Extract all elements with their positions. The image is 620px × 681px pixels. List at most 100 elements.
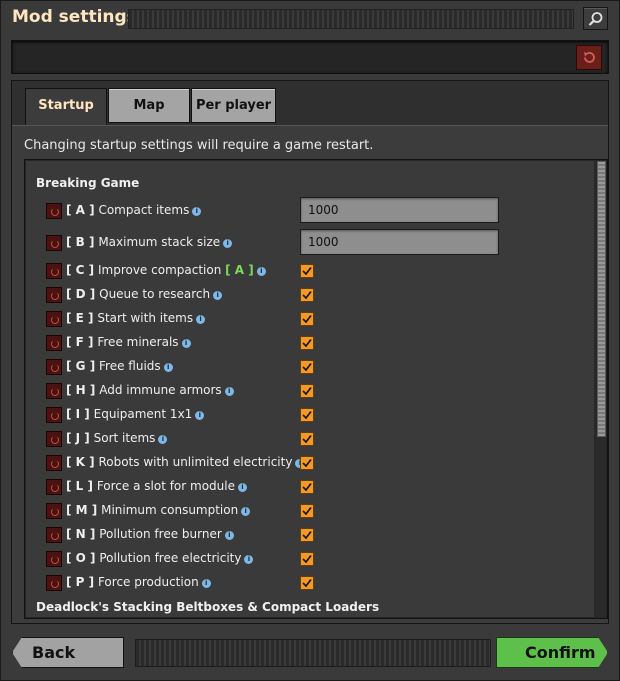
reset-setting-k-button[interactable] bbox=[46, 455, 62, 471]
setting-code: [ A ] bbox=[66, 203, 95, 217]
sort-items-checkbox[interactable] bbox=[300, 432, 314, 446]
setting-o-label: [ O ] Pollution free electricity i bbox=[66, 551, 254, 565]
setting-name: Add immune armors bbox=[99, 383, 222, 397]
add-immune-armors-checkbox[interactable] bbox=[300, 384, 314, 398]
reset-setting-i-button[interactable] bbox=[46, 407, 62, 423]
setting-name: Sort items bbox=[93, 431, 156, 445]
titlebar: Mod settings bbox=[0, 0, 618, 36]
checkmark-icon bbox=[302, 578, 312, 588]
setting-code: [ D ] bbox=[66, 287, 96, 301]
setting-m-label: [ M ] Minimum consumption i bbox=[66, 503, 251, 517]
info-icon[interactable]: i bbox=[181, 339, 191, 348]
reset-setting-m-button[interactable] bbox=[46, 503, 62, 519]
setting-g-label: [ G ] Free fluids i bbox=[66, 359, 173, 373]
tab-per-player-label: Per player bbox=[195, 98, 272, 113]
reset-setting-e-button[interactable] bbox=[46, 311, 62, 327]
setting-i-label: [ I ] Equipament 1x1 i bbox=[66, 407, 205, 421]
setting-d-label: [ D ] Queue to research i bbox=[66, 287, 223, 301]
info-icon[interactable]: i bbox=[213, 291, 223, 300]
reset-setting-p-button[interactable] bbox=[46, 575, 62, 591]
info-icon[interactable]: i bbox=[201, 579, 211, 588]
setting-name: Free fluids bbox=[99, 359, 161, 373]
minimum-consumption-checkbox[interactable] bbox=[300, 504, 314, 518]
info-icon[interactable]: i bbox=[158, 435, 168, 444]
info-icon[interactable]: i bbox=[241, 507, 251, 516]
checkmark-icon bbox=[302, 266, 312, 276]
tab-per-player[interactable]: Per player bbox=[191, 88, 276, 123]
free-minerals-checkbox[interactable] bbox=[300, 336, 314, 350]
titlebar-drag-handle[interactable] bbox=[128, 9, 574, 29]
checkmark-icon bbox=[302, 554, 312, 564]
tab-startup[interactable]: Startup bbox=[25, 88, 107, 126]
setting-j-label: [ J ] Sort items i bbox=[66, 431, 168, 445]
info-icon[interactable]: i bbox=[195, 411, 205, 420]
pollution-free-electricity-checkbox[interactable] bbox=[300, 552, 314, 566]
checkmark-icon bbox=[302, 362, 312, 372]
footer-drag-handle[interactable] bbox=[135, 639, 491, 667]
setting-name: Improve compaction bbox=[97, 263, 222, 277]
equipament-1x1-checkbox[interactable] bbox=[300, 408, 314, 422]
setting-code: [ M ] bbox=[66, 503, 98, 517]
force-production-checkbox[interactable] bbox=[300, 576, 314, 590]
info-icon[interactable]: i bbox=[192, 207, 202, 216]
setting-h-label: [ H ] Add immune armors i bbox=[66, 383, 234, 397]
restart-notice: Changing startup settings will require a… bbox=[24, 138, 374, 153]
setting-name: Robots with unlimited electricity bbox=[98, 455, 293, 469]
setting-name: Pollution free burner bbox=[99, 527, 222, 541]
info-icon[interactable]: i bbox=[163, 363, 173, 372]
reset-setting-g-button[interactable] bbox=[46, 359, 62, 375]
setting-name: Pollution free electricity bbox=[99, 551, 242, 565]
info-icon[interactable]: i bbox=[224, 531, 234, 540]
free-fluids-checkbox[interactable] bbox=[300, 360, 314, 374]
back-button-label: Back bbox=[32, 643, 76, 662]
pollution-free-burner-checkbox[interactable] bbox=[300, 528, 314, 542]
reset-setting-f-button[interactable] bbox=[46, 335, 62, 351]
force-slot-module-checkbox[interactable] bbox=[300, 480, 314, 494]
setting-a-label: [ A ] Compact items i bbox=[66, 203, 202, 217]
setting-c-label: [ C ] Improve compaction [ A ] i bbox=[66, 263, 266, 277]
setting-name: Queue to research bbox=[99, 287, 211, 301]
tab-map[interactable]: Map bbox=[108, 88, 190, 123]
setting-name: Force production bbox=[97, 575, 199, 589]
compact-items-field[interactable]: 1000 bbox=[300, 197, 499, 223]
improve-compaction-checkbox[interactable] bbox=[300, 264, 314, 278]
setting-code: [ C ] bbox=[66, 263, 95, 277]
reset-all-button[interactable] bbox=[576, 45, 602, 70]
reset-setting-d-button[interactable] bbox=[46, 287, 62, 303]
setting-code: [ G ] bbox=[66, 359, 96, 373]
maximum-stack-size-field[interactable]: 1000 bbox=[300, 229, 499, 255]
checkmark-icon bbox=[302, 530, 312, 540]
info-icon[interactable]: i bbox=[223, 239, 233, 248]
reset-setting-h-button[interactable] bbox=[46, 383, 62, 399]
info-icon[interactable]: i bbox=[224, 387, 234, 396]
reset-setting-l-button[interactable] bbox=[46, 479, 62, 495]
reset-icon bbox=[584, 52, 595, 63]
confirm-button-label: Confirm bbox=[525, 643, 596, 662]
setting-code: [ F ] bbox=[66, 335, 94, 349]
queue-to-research-checkbox[interactable] bbox=[300, 288, 314, 302]
scrollbar-thumb[interactable] bbox=[597, 161, 606, 437]
setting-code: [ J ] bbox=[66, 431, 90, 445]
setting-code: [ H ] bbox=[66, 383, 96, 397]
window-title: Mod settings bbox=[12, 7, 137, 27]
setting-name: Free minerals bbox=[97, 335, 179, 349]
setting-e-label: [ E ] Start with items i bbox=[66, 311, 206, 325]
checkmark-icon bbox=[302, 482, 312, 492]
info-icon[interactable]: i bbox=[256, 267, 266, 276]
search-button[interactable] bbox=[583, 7, 608, 30]
start-with-items-checkbox[interactable] bbox=[300, 312, 314, 326]
reset-setting-c-button[interactable] bbox=[46, 263, 62, 279]
checkmark-icon bbox=[302, 506, 312, 516]
reset-setting-n-button[interactable] bbox=[46, 527, 62, 543]
setting-k-label: [ K ] Robots with unlimited electricityi bbox=[66, 455, 305, 469]
info-icon[interactable]: i bbox=[244, 555, 254, 564]
reset-setting-b-button[interactable] bbox=[46, 235, 62, 251]
info-icon[interactable]: i bbox=[238, 483, 247, 492]
setting-name: Equipament 1x1 bbox=[93, 407, 193, 421]
reset-setting-j-button[interactable] bbox=[46, 431, 62, 447]
reset-setting-o-button[interactable] bbox=[46, 551, 62, 567]
robots-unlimited-electricity-checkbox[interactable] bbox=[300, 456, 314, 470]
info-icon[interactable]: i bbox=[196, 315, 206, 324]
setting-code: [ O ] bbox=[66, 551, 96, 565]
reset-setting-a-button[interactable] bbox=[46, 203, 62, 219]
